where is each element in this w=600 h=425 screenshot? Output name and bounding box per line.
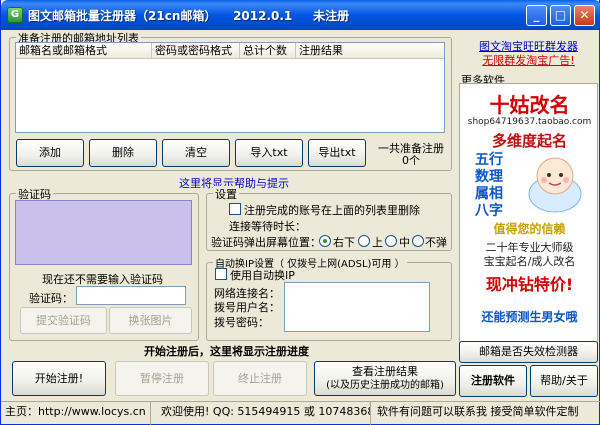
captcha-code-label: 验证码： <box>29 292 73 305</box>
settings-group-label: 设置 <box>213 186 239 202</box>
connection-info-box[interactable] <box>284 282 430 332</box>
use-auto-ip-checkbox[interactable] <box>215 268 227 280</box>
position-radio-top[interactable] <box>358 235 370 247</box>
ad-wuxing-item: 五行 <box>475 152 503 168</box>
start-register-button[interactable]: 开始注册! <box>12 361 106 396</box>
ad-wuxing-item: 八字 <box>475 203 503 219</box>
column-header-result[interactable]: 注册结果 <box>296 43 444 58</box>
column-header-password[interactable]: 密码或密码格式 <box>152 43 240 58</box>
app-icon: G <box>7 7 23 23</box>
listview-header: 邮箱名或邮箱格式 密码或密码格式 总计个数 注册结果 <box>16 43 444 59</box>
import-txt-button[interactable]: 导入txt <box>235 139 303 167</box>
change-image-button[interactable]: 换张图片 <box>109 307 192 334</box>
position-radio-none[interactable] <box>412 235 424 247</box>
position-label-none: 不弹 <box>425 236 447 249</box>
submit-captcha-button[interactable]: 提交验证码 <box>20 307 107 334</box>
delete-done-checkbox[interactable] <box>229 203 241 215</box>
ad-desc2: 宝宝起名/成人改名 <box>483 255 576 268</box>
popup-position-label: 验证码弹出屏幕位置： <box>211 236 321 249</box>
view-results-label: 查看注册结果 <box>352 365 418 378</box>
close-button[interactable]: ✕ <box>574 5 595 26</box>
main-window: G 图文邮箱批量注册器（21cn邮箱） 2012.0.1 未注册 _ □ ✕ 准… <box>0 0 600 425</box>
position-label-center: 中 <box>399 236 410 249</box>
wait-time-label: 连接等待时长： <box>229 220 306 233</box>
ad-wuxing-list: 五行 数理 属相 八字 <box>468 152 510 220</box>
ad-shop-url: shop64719637.taobao.com <box>467 117 592 127</box>
ad-bottom-text: 还能预测生男女哦 <box>481 310 578 324</box>
column-header-count[interactable]: 总计个数 <box>240 43 296 58</box>
status-bar: 主页：http://www.locys.cn 欢迎使用! QQ: 5154949… <box>1 401 600 425</box>
dial-password-label: 拨号密码： <box>214 316 269 329</box>
title-bar[interactable]: G 图文邮箱批量注册器（21cn邮箱） 2012.0.1 未注册 _ □ ✕ <box>1 0 600 30</box>
status-welcome: 欢迎使用! QQ: 515494915 或 1074836862 <box>157 402 371 425</box>
ad-wuxing-item: 数理 <box>475 169 503 185</box>
export-txt-button[interactable]: 导出txt <box>308 139 366 167</box>
status-contact: 软件有问题可以联系我 接受简单软件定制 <box>377 405 579 418</box>
position-label-top: 上 <box>372 236 383 249</box>
window-title: 图文邮箱批量注册器（21cn邮箱） 2012.0.1 未注册 <box>28 9 350 23</box>
delete-button[interactable]: 删除 <box>89 139 157 167</box>
progress-hint: 开始注册后，这里将显示注册进度 <box>144 345 309 358</box>
register-software-button[interactable]: 注册软件 <box>459 365 527 397</box>
ad-banner[interactable]: 十姑改名 shop64719637.taobao.com 多维度起名 五行 数理… <box>459 83 598 343</box>
clear-button[interactable]: 清空 <box>162 139 230 167</box>
captcha-code-input[interactable] <box>76 286 186 305</box>
email-listview[interactable]: 邮箱名或邮箱格式 密码或密码格式 总计个数 注册结果 <box>15 42 445 133</box>
ad-link-text2[interactable]: 无限群发淘宝广告! <box>482 54 574 67</box>
ad-promo: 现冲钻特价! <box>485 275 574 294</box>
delete-done-label: 注册完成的账号在上面的列表里删除 <box>244 204 420 217</box>
help-about-button[interactable]: 帮助/关于 <box>530 365 598 397</box>
dial-username-label: 拨号用户名： <box>214 301 280 314</box>
use-auto-ip-label: 使用自动换IP <box>230 269 295 282</box>
column-header-email[interactable]: 邮箱名或邮箱格式 <box>16 43 152 58</box>
ad-wuxing-item: 属相 <box>475 186 503 202</box>
view-results-button[interactable]: 查看注册结果 (以及历史注册成功的邮箱) <box>314 361 456 396</box>
view-results-sublabel: (以及历史注册成功的邮箱) <box>326 380 444 391</box>
total-count-value: 0个 <box>402 154 420 167</box>
baby-illustration <box>528 157 582 213</box>
ad-title: 十姑改名 <box>489 93 570 117</box>
captcha-image[interactable] <box>15 200 192 265</box>
pause-register-button[interactable]: 暂停注册 <box>115 361 209 396</box>
status-homepage[interactable]: 主页：http://www.locys.cn <box>1 402 151 425</box>
captcha-status-text: 现在还不需要输入验证码 <box>42 273 163 286</box>
email-detector-button[interactable]: 邮箱是否失效检测器 <box>459 341 598 363</box>
position-radio-bottom-right[interactable] <box>319 235 331 247</box>
maximize-button[interactable]: □ <box>550 5 571 26</box>
stop-register-button[interactable]: 终止注册 <box>213 361 307 396</box>
ad-link-line2[interactable]: 无限群发淘宝广告! <box>459 52 598 68</box>
ad-tagline1: 多维度起名 <box>491 132 567 150</box>
minimize-button[interactable]: _ <box>526 5 547 26</box>
add-button[interactable]: 添加 <box>16 139 84 167</box>
position-label-bottom-right: 右下 <box>333 236 355 249</box>
position-radio-center[interactable] <box>385 235 397 247</box>
ad-tagline2: 值得您的信赖 <box>493 222 566 236</box>
